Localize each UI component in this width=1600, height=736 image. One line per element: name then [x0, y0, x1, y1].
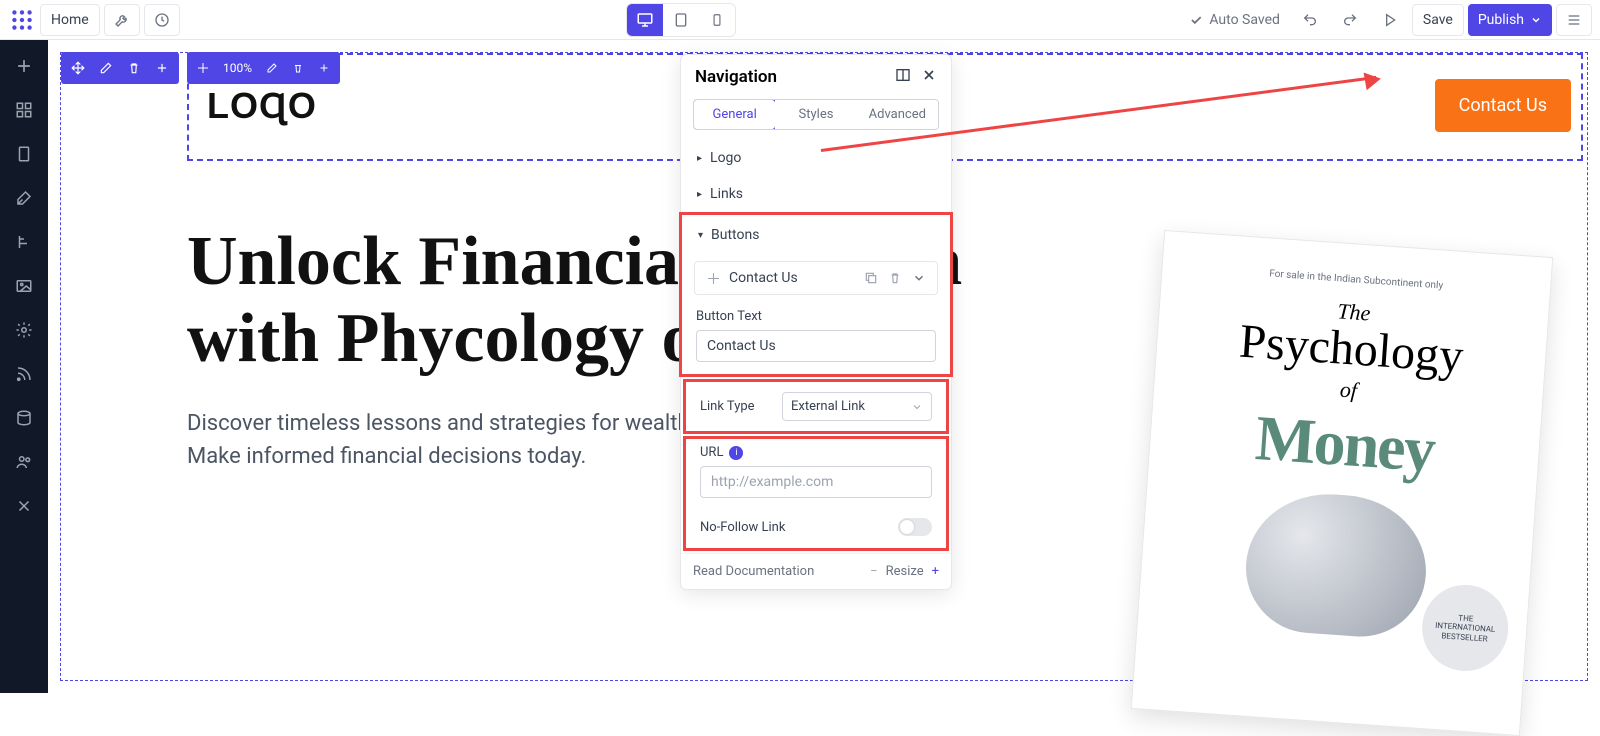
annotation-arrow-head [1364, 70, 1383, 91]
mobile-icon[interactable] [699, 4, 735, 36]
button-item-row[interactable]: Contact Us [694, 261, 938, 295]
page-icon[interactable] [6, 136, 42, 172]
brain-illustration [1242, 489, 1431, 641]
button-item-label: Contact Us [729, 270, 798, 286]
design-icon[interactable] [6, 180, 42, 216]
chevron-down-icon[interactable] [911, 270, 927, 286]
resize-plus[interactable]: + [932, 564, 939, 579]
button-text-label: Button Text [696, 309, 936, 324]
tab-general[interactable]: General [693, 99, 776, 130]
publish-label: Publish [1478, 12, 1524, 28]
buttons-section-highlight: Buttons Contact Us Button Text [679, 212, 953, 377]
link-type-select[interactable]: External Link [782, 392, 932, 421]
move-icon[interactable] [191, 56, 215, 80]
blog-icon[interactable] [6, 356, 42, 392]
image-icon[interactable] [6, 268, 42, 304]
tab-advanced[interactable]: Advanced [857, 100, 938, 129]
url-highlight: URL i No-Follow Link [683, 436, 949, 551]
navigation-settings-panel: Navigation General Styles Advanced Logo … [680, 54, 952, 590]
info-icon[interactable]: i [729, 446, 743, 460]
url-input[interactable] [700, 466, 932, 498]
contact-us-button[interactable]: Contact Us [1435, 79, 1571, 132]
nofollow-toggle[interactable] [898, 518, 932, 536]
tablet-icon[interactable] [663, 4, 699, 36]
resize-minus[interactable]: − [870, 564, 877, 579]
panel-title: Navigation [695, 67, 777, 87]
tools-icon[interactable] [6, 488, 42, 524]
resize-label: Resize [886, 564, 924, 579]
delete-icon[interactable] [286, 56, 310, 80]
data-icon[interactable] [6, 400, 42, 436]
close-icon[interactable] [921, 67, 937, 87]
gear-icon[interactable] [6, 312, 42, 348]
history-icon[interactable] [144, 4, 180, 36]
accordion-logo[interactable]: Logo [681, 140, 951, 176]
nofollow-label: No-Follow Link [700, 520, 785, 535]
undo-icon[interactable] [1292, 4, 1328, 36]
link-type-highlight: Link Type External Link [683, 379, 949, 434]
duplicate-icon[interactable] [863, 270, 879, 286]
book-cover: For sale in the Indian Subcontinent only… [1131, 230, 1554, 736]
url-label-text: URL [700, 445, 723, 460]
users-icon[interactable] [6, 444, 42, 480]
accordion-buttons[interactable]: Buttons [682, 217, 950, 253]
add-icon[interactable] [312, 56, 336, 80]
save-button[interactable]: Save [1412, 4, 1464, 36]
top-toolbar: Home Auto Saved Save Publish [0, 0, 1600, 40]
settings-tabs: General Styles Advanced [693, 99, 939, 130]
element-toolbar: 100% [187, 52, 340, 84]
menu-icon[interactable] [1556, 4, 1592, 36]
desktop-icon[interactable] [627, 4, 663, 36]
edit-icon[interactable] [260, 56, 284, 80]
wrench-icon[interactable] [104, 4, 140, 36]
accordion-links[interactable]: Links [681, 176, 951, 212]
preview-icon[interactable] [1372, 4, 1408, 36]
tree-icon[interactable] [6, 224, 42, 260]
device-switcher [626, 3, 736, 37]
resize-controls: − Resize + [870, 564, 939, 579]
autosave-status: Auto Saved [1181, 12, 1288, 28]
button-text-input[interactable] [696, 330, 936, 362]
redo-icon[interactable] [1332, 4, 1368, 36]
left-sidebar [0, 40, 48, 693]
link-type-value: External Link [791, 399, 865, 414]
site-logo: LOɊO [207, 85, 317, 127]
trash-icon[interactable] [887, 270, 903, 286]
drag-icon[interactable] [705, 270, 721, 286]
add-icon[interactable] [6, 48, 42, 84]
layout-icon[interactable] [895, 67, 911, 87]
app-logo[interactable] [8, 6, 36, 34]
home-button[interactable]: Home [40, 4, 100, 36]
link-type-label: Link Type [700, 399, 772, 414]
url-label: URL i [700, 445, 932, 460]
tab-styles[interactable]: Styles [775, 100, 856, 129]
bestseller-badge: THE INTERNATIONAL BESTSELLER [1419, 582, 1511, 674]
grid-icon[interactable] [6, 92, 42, 128]
zoom-label: 100% [217, 56, 258, 80]
publish-button[interactable]: Publish [1468, 4, 1552, 36]
autosave-label: Auto Saved [1209, 12, 1280, 28]
read-docs-link[interactable]: Read Documentation [693, 564, 814, 579]
